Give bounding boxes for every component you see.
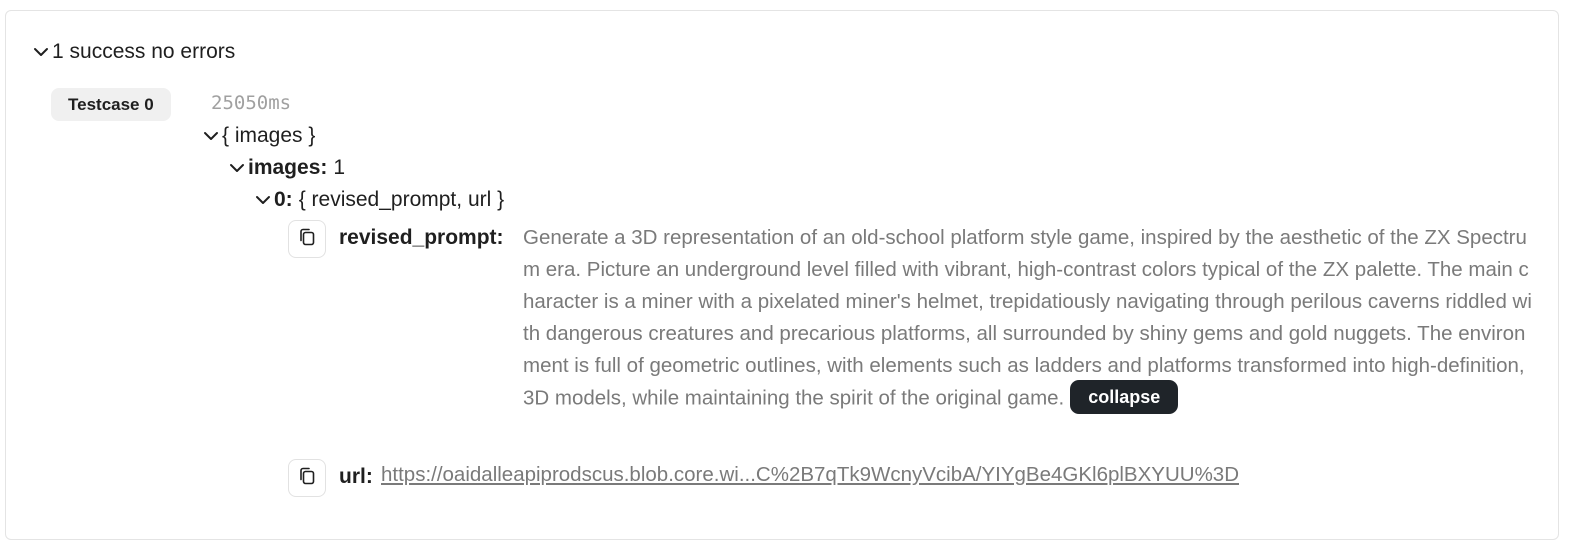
- copy-icon: [297, 466, 317, 491]
- tree-node-item-0-fields: { revised_prompt, url }: [298, 188, 505, 211]
- revised-prompt-text: Generate a 3D representation of an old-s…: [523, 226, 1532, 410]
- testcase-badge[interactable]: Testcase 0: [51, 88, 171, 121]
- url-link[interactable]: https://oaidalleapiprodscus.blob.core.wi…: [381, 463, 1239, 487]
- copy-url-button[interactable]: [288, 459, 326, 497]
- chevron-down-icon: [32, 43, 50, 61]
- revised-prompt-key: revised_prompt:: [339, 226, 504, 249]
- tree-node-root-label: { images }: [222, 124, 316, 147]
- chevron-down-icon: [202, 127, 220, 145]
- tree-node-item-0-key: 0:: [274, 188, 293, 211]
- chevron-down-icon: [228, 159, 246, 177]
- results-summary-toggle[interactable]: 1 success no errors: [32, 40, 235, 64]
- tree-node-images[interactable]: images: 1: [228, 156, 345, 180]
- revised-prompt-value: Generate a 3D representation of an old-s…: [523, 222, 1533, 416]
- url-key: url:: [339, 465, 373, 488]
- results-summary-label: 1 success no errors: [52, 40, 236, 63]
- tree-node-root[interactable]: { images }: [202, 124, 315, 148]
- copy-revised-prompt-button[interactable]: [288, 220, 326, 258]
- tree-node-item-0[interactable]: 0: { revised_prompt, url }: [254, 188, 504, 212]
- testcase-duration: 25050ms: [211, 92, 292, 114]
- tree-node-images-count: 1: [333, 156, 346, 179]
- chevron-down-icon: [254, 191, 272, 209]
- collapse-button[interactable]: collapse: [1070, 380, 1179, 414]
- tree-node-images-key: images:: [248, 156, 328, 179]
- copy-icon: [297, 227, 317, 252]
